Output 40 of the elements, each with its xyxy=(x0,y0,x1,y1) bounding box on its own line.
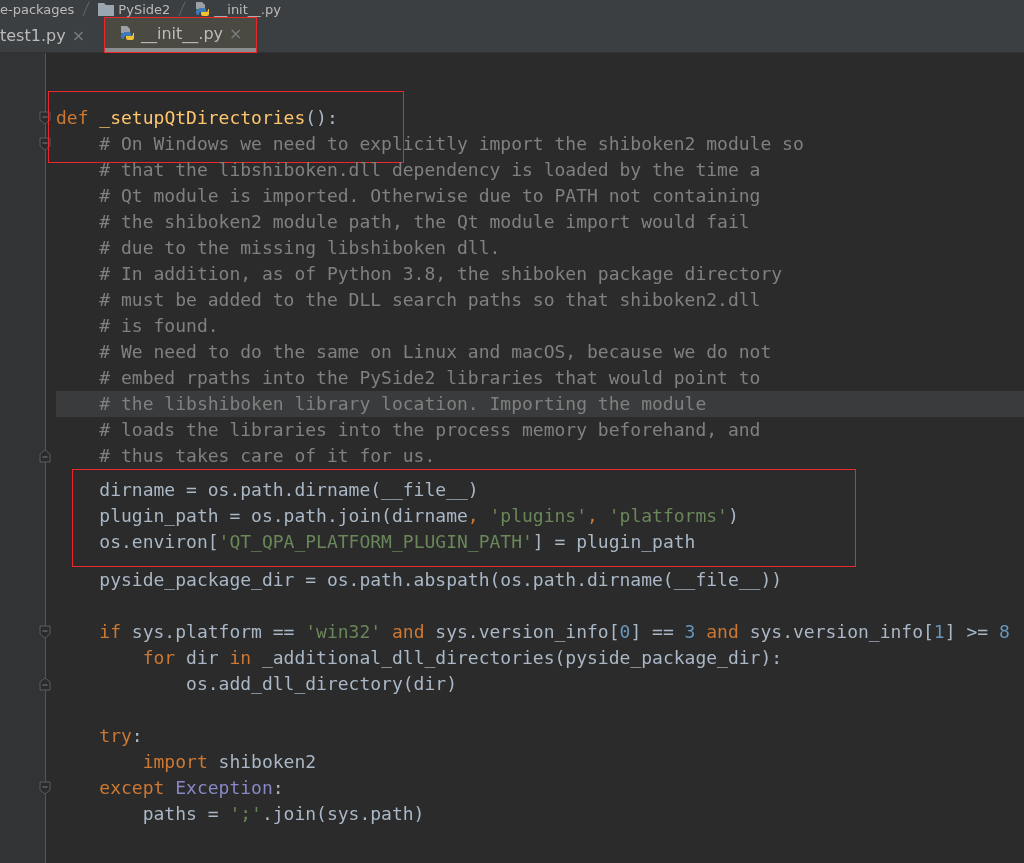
python-file-icon xyxy=(194,1,211,17)
code-line: # is found. xyxy=(98,315,219,336)
code-line: os.add_dll_directory(dir) xyxy=(185,673,457,694)
code-line: # that the libshiboken.dll dependency is loaded by the time a xyxy=(98,159,761,180)
code-line: # due to the missing libshiboken dll. xyxy=(98,237,501,258)
code-line: # the shiboken2 module path, the Qt module import would fail xyxy=(98,211,750,232)
code-line: # We need to do the same on Linux and macOS, because we do not xyxy=(98,341,772,362)
editor-tab[interactable]: test1.py × xyxy=(0,18,96,52)
code-line: pyside_package_dir = os.path.abspath(os.path.dirname(__file__)) xyxy=(98,569,783,590)
code-line: import shiboken2 xyxy=(141,751,317,772)
fold-marker-icon[interactable] xyxy=(39,781,51,795)
code-line: except Exception: xyxy=(98,777,284,798)
code-line: paths = ';'.join(sys.path) xyxy=(141,803,425,824)
fold-marker-icon[interactable] xyxy=(39,677,51,691)
code-line: # the libshiboken library location. Importing the module xyxy=(98,393,707,414)
code-line: # In addition, as of Python 3.8, the shiboken package directory xyxy=(98,263,783,284)
code-line: # must be added to the DLL search paths so that shiboken2.dll xyxy=(98,289,761,310)
breadcrumb-item[interactable]: PySide2 xyxy=(118,1,171,17)
breadcrumb-item[interactable]: __init__.py xyxy=(214,1,281,17)
code-line: plugin_path = os.path.join(dirname, 'plugins', 'platforms') xyxy=(98,505,739,526)
editor-tab[interactable]: __init__.py × xyxy=(105,18,257,52)
code-line: def _setupQtDirectories(): xyxy=(56,107,338,128)
code-line: # loads the libraries into the process memory beforehand, and xyxy=(98,419,761,440)
code-line: try: xyxy=(98,725,143,746)
separator-icon xyxy=(82,1,91,17)
code-line: if sys.platform == 'win32' and sys.version_info[0] == 3 and sys.version_info[1] >= 8 xyxy=(98,621,1010,642)
separator-icon xyxy=(178,1,187,17)
code-line: # embed rpaths into the PySide2 libraries that would point to xyxy=(98,367,761,388)
code-line: # thus takes care of it for us. xyxy=(98,445,436,466)
python-file-icon xyxy=(119,25,136,41)
code-line: dirname = os.path.dirname(__file__) xyxy=(98,479,479,500)
folder-icon xyxy=(98,2,115,16)
fold-marker-icon[interactable] xyxy=(39,111,51,125)
fold-marker-icon[interactable] xyxy=(39,625,51,639)
fold-marker-icon[interactable] xyxy=(39,137,51,151)
breadcrumb-item[interactable]: e-packages xyxy=(0,1,75,17)
code-line: os.environ['QT_QPA_PLATFORM_PLUGIN_PATH'] = plugin_path xyxy=(98,531,696,552)
code-line: # Qt module is imported. Otherwise due to PATH not containing xyxy=(98,185,761,206)
code-line: for dir in _additional_dll_directories(pyside_package_dir): xyxy=(141,647,783,668)
fold-marker-icon[interactable] xyxy=(39,449,51,463)
